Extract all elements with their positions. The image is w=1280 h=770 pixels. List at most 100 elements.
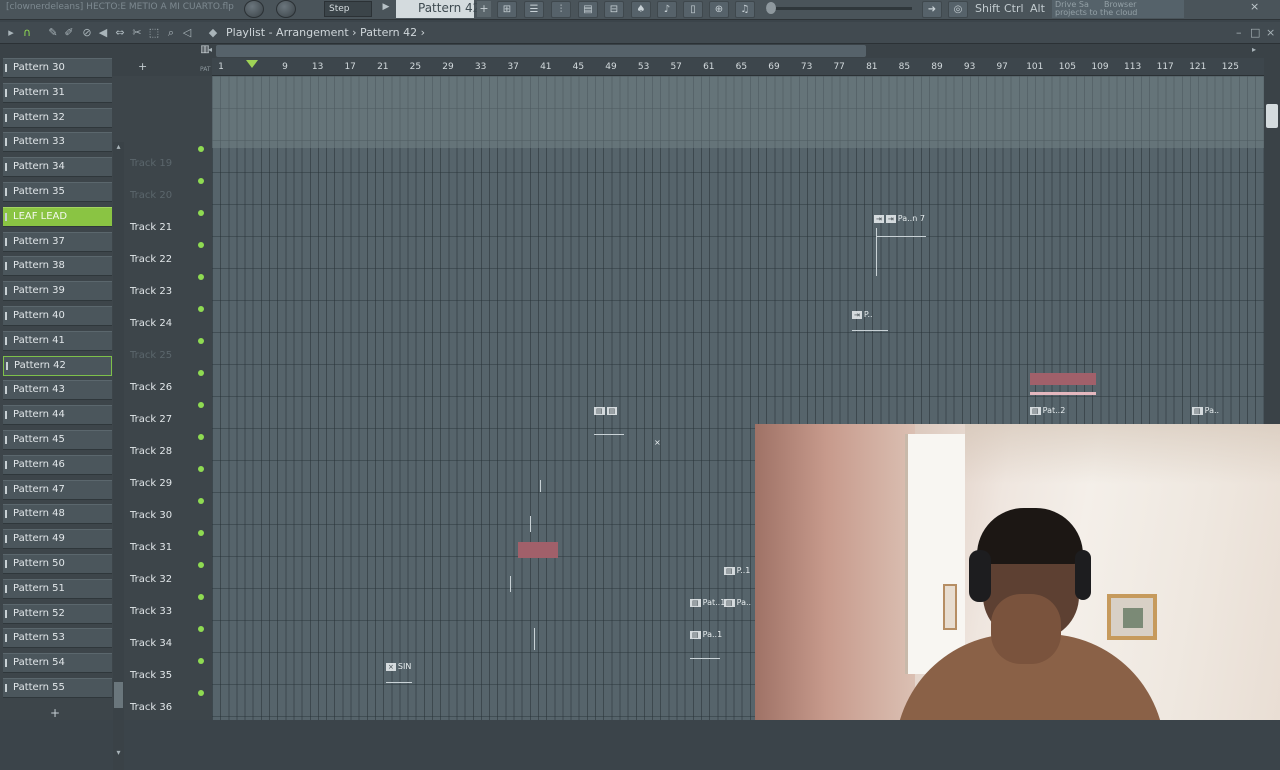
- track-mute-led[interactable]: [198, 178, 204, 184]
- track-mute-led[interactable]: [198, 434, 204, 440]
- horizontal-scroll-thumb[interactable]: [216, 45, 866, 57]
- minimize-icon[interactable]: –: [1236, 26, 1242, 39]
- track-mute-led[interactable]: [198, 338, 204, 344]
- pattern-item[interactable]: Pattern 38: [3, 256, 112, 277]
- track-mute-led[interactable]: [198, 370, 204, 376]
- track-label[interactable]: Track 19: [130, 158, 200, 169]
- track-label[interactable]: Track 26: [130, 382, 200, 393]
- pattern-item[interactable]: Pattern 35: [3, 182, 112, 202]
- track-label[interactable]: Track 29: [130, 478, 200, 489]
- mic-icon[interactable]: ♪: [657, 1, 677, 18]
- track-label[interactable]: Track 22: [130, 254, 200, 265]
- track-label[interactable]: Track 25: [130, 350, 200, 361]
- master-volume-knob[interactable]: [244, 0, 264, 18]
- track-mute-led[interactable]: [198, 146, 204, 152]
- master-pitch-knob[interactable]: [276, 0, 296, 18]
- arrangement-arrows-icon[interactable]: ◆: [206, 26, 220, 40]
- slice-icon[interactable]: ✂: [130, 26, 144, 40]
- pattern-item[interactable]: Pattern 30: [3, 58, 112, 78]
- snap-step-selector[interactable]: Step: [324, 1, 372, 17]
- pattern-item[interactable]: Pattern 37: [3, 231, 112, 252]
- metronome-icon[interactable]: ♫: [735, 1, 755, 18]
- pattern-item[interactable]: Pattern 48: [3, 504, 112, 525]
- pattern-item[interactable]: Pattern 53: [3, 628, 112, 649]
- pattern-item[interactable]: Pattern 32: [3, 107, 112, 128]
- clip[interactable]: ▤ ▤: [594, 406, 619, 415]
- templates-icon[interactable]: ⊕: [709, 1, 729, 18]
- pattern-item[interactable]: Pattern 49: [3, 529, 112, 550]
- track-label[interactable]: Track 28: [130, 446, 200, 457]
- track-mute-led[interactable]: [198, 562, 204, 568]
- clip[interactable]: × SIN: [386, 662, 411, 671]
- clip[interactable]: ▤ P..1: [724, 566, 750, 575]
- plugin-picker-icon[interactable]: ♠: [631, 1, 651, 18]
- clip[interactable]: ⇥ ⇥ Pa..n 7: [874, 214, 925, 223]
- arrow-right-icon[interactable]: ➜: [922, 1, 942, 18]
- pattern-item[interactable]: Pattern 41: [3, 330, 112, 351]
- add-track-icon[interactable]: +: [138, 60, 147, 73]
- pattern-item[interactable]: Pattern 39: [3, 281, 112, 302]
- project-icon[interactable]: ▯: [683, 1, 703, 18]
- pattern-item[interactable]: Pattern 46: [3, 454, 112, 475]
- track-mute-led[interactable]: [198, 690, 204, 696]
- clip-marker[interactable]: ×: [654, 438, 661, 447]
- add-pattern-button[interactable]: +: [477, 1, 491, 17]
- track-label[interactable]: Track 31: [130, 542, 200, 553]
- pattern-item[interactable]: Pattern 34: [3, 157, 112, 178]
- maximize-icon[interactable]: □: [1250, 26, 1260, 39]
- pencil-icon[interactable]: ✎: [46, 26, 60, 40]
- track-label[interactable]: Track 30: [130, 510, 200, 521]
- tempo-slider-handle[interactable]: [766, 2, 776, 14]
- pattern-item[interactable]: Pattern 50: [3, 554, 112, 574]
- slip-icon[interactable]: ⇔: [113, 26, 127, 40]
- channel-rack-icon[interactable]: ▤: [578, 1, 598, 18]
- add-pattern-icon[interactable]: +: [50, 706, 60, 720]
- pattern-item[interactable]: Pattern 44: [3, 405, 112, 426]
- clip[interactable]: ▤ Pat..2: [1030, 406, 1065, 415]
- delete-icon[interactable]: ⊘: [80, 26, 94, 40]
- paint-icon[interactable]: ✐: [62, 26, 76, 40]
- mute-icon[interactable]: ◀: [96, 26, 110, 40]
- magnet-icon[interactable]: ∩: [20, 26, 34, 40]
- picker-scroll-thumb[interactable]: [114, 682, 123, 708]
- track-mute-led[interactable]: [198, 306, 204, 312]
- clip[interactable]: ▤ Pa..1: [690, 630, 722, 639]
- pattern-item[interactable]: Pattern 54: [3, 653, 112, 674]
- scroll-right-icon[interactable]: ▸: [1252, 45, 1262, 57]
- pattern-item[interactable]: Pattern 43: [3, 380, 112, 401]
- menu-arrow-icon[interactable]: ▸: [4, 26, 18, 40]
- zoom-icon[interactable]: ⌕: [164, 26, 178, 40]
- track-label[interactable]: Track 24: [130, 318, 200, 329]
- timeline-ruler[interactable]: 1 9 13 17 21 25 29 33 37 41 45 49 53 57 61 65 69 73 77 81 85…: [212, 58, 1264, 76]
- mixer-icon[interactable]: ⫶: [551, 1, 571, 18]
- vertical-scroll-thumb[interactable]: [1266, 104, 1278, 128]
- online-icon[interactable]: ◎: [948, 1, 968, 18]
- playback-icon[interactable]: ◁: [180, 26, 194, 40]
- shift-key[interactable]: Shift: [975, 0, 1000, 18]
- pattern-item[interactable]: Pattern 47: [3, 479, 112, 500]
- pattern-item[interactable]: Pattern 40: [3, 306, 112, 326]
- browser-button[interactable]: Browser: [1104, 0, 1136, 9]
- track-mute-led[interactable]: [198, 626, 204, 632]
- play-icon[interactable]: ▶: [380, 2, 392, 16]
- track-mute-led[interactable]: [198, 594, 204, 600]
- clip-audio-block[interactable]: [518, 542, 558, 558]
- picker-scrollbar[interactable]: [113, 142, 124, 770]
- track-mute-led[interactable]: [198, 498, 204, 504]
- scroll-down-icon[interactable]: ▾: [113, 748, 124, 760]
- clip[interactable]: ⇥ P..: [852, 310, 873, 319]
- close-icon[interactable]: ×: [1266, 26, 1275, 39]
- scroll-up-icon[interactable]: ▴: [113, 142, 124, 154]
- track-label[interactable]: Track 21: [130, 222, 200, 233]
- track-mute-led[interactable]: [198, 210, 204, 216]
- step-seq-icon[interactable]: ⊟: [604, 1, 624, 18]
- track-label[interactable]: Track 35: [130, 670, 200, 681]
- track-label[interactable]: Track 34: [130, 638, 200, 649]
- track-mute-led[interactable]: [198, 274, 204, 280]
- pattern-selector[interactable]: Pattern 42: [396, 0, 480, 18]
- track-label[interactable]: Track 20: [130, 190, 200, 201]
- track-mute-led[interactable]: [198, 242, 204, 248]
- clip-audio-block[interactable]: [1030, 373, 1096, 385]
- track-mute-led[interactable]: [198, 658, 204, 664]
- pattern-item[interactable]: LEAF LEAD: [3, 206, 112, 227]
